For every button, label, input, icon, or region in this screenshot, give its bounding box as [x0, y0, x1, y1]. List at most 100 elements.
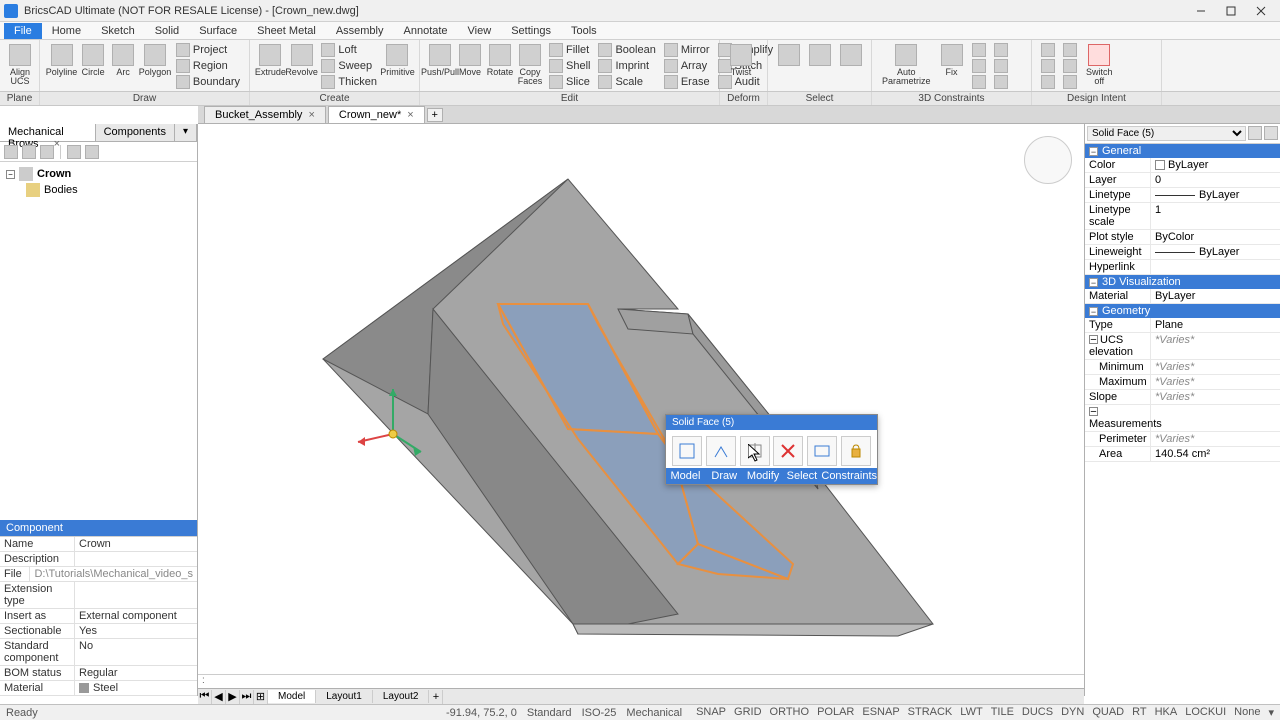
toggle-polar[interactable]: POLAR: [817, 706, 854, 719]
menu-sheetmetal[interactable]: Sheet Metal: [247, 23, 326, 39]
quad-tab-model[interactable]: Model: [666, 468, 705, 484]
fillet-button[interactable]: Fillet: [546, 42, 593, 58]
toggle-icon[interactable]: [1264, 126, 1278, 140]
revolve-button[interactable]: Revolve: [287, 42, 317, 79]
shell-button[interactable]: Shell: [546, 58, 593, 74]
menu-view[interactable]: View: [458, 23, 502, 39]
quad-tab-constraints[interactable]: Constraints: [821, 468, 877, 484]
section-3d-viz[interactable]: −3D Visualization: [1085, 275, 1280, 289]
constraint-3[interactable]: [969, 74, 989, 90]
region-button[interactable]: Region: [173, 58, 243, 74]
menu-file[interactable]: File: [4, 23, 42, 39]
menu-tools[interactable]: Tools: [561, 23, 607, 39]
prop-hyperlink[interactable]: [1151, 260, 1280, 274]
select-button-3[interactable]: [836, 42, 865, 70]
quad-tab-select[interactable]: Select: [783, 468, 822, 484]
boolean-button[interactable]: Boolean: [595, 42, 658, 58]
tb-icon-2[interactable]: [22, 145, 36, 159]
section-geometry[interactable]: −Geometry: [1085, 304, 1280, 318]
toggle-dyn[interactable]: DYN: [1061, 706, 1084, 719]
intent-1[interactable]: [1038, 42, 1058, 58]
toggle-menu[interactable]: ▾: [1268, 706, 1274, 719]
prop-linetype[interactable]: ByLayer: [1151, 188, 1280, 202]
intent-6[interactable]: [1060, 74, 1080, 90]
slice-button[interactable]: Slice: [546, 74, 593, 90]
doc-tab-crown[interactable]: Crown_new*×: [328, 106, 425, 123]
prop-material[interactable]: Steel: [75, 681, 197, 695]
command-line[interactable]: [198, 674, 1084, 688]
toggle-lwt[interactable]: LWT: [960, 706, 982, 719]
expander-icon[interactable]: −: [6, 170, 15, 179]
quad-delete-button[interactable]: [773, 436, 803, 466]
tb-icon-1[interactable]: [4, 145, 18, 159]
layout-first[interactable]: ⏮: [198, 690, 212, 704]
polyline-button[interactable]: Polyline: [46, 42, 77, 79]
prop-ext-type[interactable]: [75, 582, 197, 608]
thicken-button[interactable]: Thicken: [318, 74, 380, 90]
toggle-lockui[interactable]: LOCKUI: [1185, 706, 1226, 719]
layout-last[interactable]: ⏭: [240, 690, 254, 704]
close-icon[interactable]: ×: [308, 109, 314, 121]
tb-icon-5[interactable]: [85, 145, 99, 159]
toggle-ortho[interactable]: ORTHO: [770, 706, 810, 719]
prop-bom-status[interactable]: Regular: [75, 666, 197, 680]
status-iso[interactable]: ISO-25: [582, 707, 617, 719]
maximize-button[interactable]: [1216, 1, 1246, 21]
layout-grid[interactable]: ⊞: [254, 690, 268, 704]
selection-type-dropdown[interactable]: Solid Face (5): [1087, 126, 1246, 141]
project-button[interactable]: Project: [173, 42, 243, 58]
toggle-snap[interactable]: SNAP: [696, 706, 726, 719]
intent-2[interactable]: [1038, 58, 1058, 74]
prop-color[interactable]: ByLayer: [1151, 158, 1280, 172]
primitive-button[interactable]: Primitive: [382, 42, 413, 79]
intent-4[interactable]: [1060, 42, 1080, 58]
select-button-2[interactable]: [805, 42, 834, 70]
prop-lineweight[interactable]: ByLayer: [1151, 245, 1280, 259]
tb-icon-4[interactable]: [67, 145, 81, 159]
autoparam-button[interactable]: Auto Parametrize: [878, 42, 935, 88]
menu-annotate[interactable]: Annotate: [394, 23, 458, 39]
extrude-button[interactable]: Extrude: [256, 42, 285, 79]
viewport[interactable]: Solid Face (5) Model Draw Modify Select …: [198, 124, 1084, 680]
constraint-1[interactable]: [969, 42, 989, 58]
tab-mechanical-browser[interactable]: Mechanical Brows…×: [0, 124, 96, 141]
arc-button[interactable]: Arc: [109, 42, 137, 79]
toggle-grid[interactable]: GRID: [734, 706, 762, 719]
layout-prev[interactable]: ◀: [212, 690, 226, 704]
close-button[interactable]: [1246, 1, 1276, 21]
quad-constraints-button[interactable]: [841, 436, 871, 466]
toggle-ducs[interactable]: DUCS: [1022, 706, 1053, 719]
quad-model-button[interactable]: [672, 436, 702, 466]
prop-std-component[interactable]: No: [75, 639, 197, 665]
tb-icon-3[interactable]: [40, 145, 54, 159]
menu-sketch[interactable]: Sketch: [91, 23, 145, 39]
quad-tab-modify[interactable]: Modify: [744, 468, 783, 484]
close-icon[interactable]: ×: [407, 109, 413, 121]
toggle-quad[interactable]: QUAD: [1092, 706, 1124, 719]
rotate-button[interactable]: Rotate: [486, 42, 514, 79]
panel-dropdown[interactable]: ▾: [175, 124, 197, 141]
layout-new[interactable]: +: [429, 690, 443, 704]
tab-components[interactable]: Components: [96, 124, 175, 141]
tree-node-bodies[interactable]: Bodies: [4, 182, 193, 198]
toggle-hka[interactable]: HKA: [1155, 706, 1178, 719]
circle-button[interactable]: Circle: [79, 42, 107, 79]
constraint-4[interactable]: [991, 42, 1011, 58]
constraint-6[interactable]: [991, 74, 1011, 90]
layout-tab-2[interactable]: Layout2: [373, 690, 430, 703]
align-ucs-button[interactable]: Align UCS: [6, 42, 34, 88]
section-general[interactable]: −General: [1085, 144, 1280, 158]
copyfaces-button[interactable]: Copy Faces: [516, 42, 544, 88]
quad-tab-draw[interactable]: Draw: [705, 468, 744, 484]
minimize-button[interactable]: [1186, 1, 1216, 21]
quad-select-button[interactable]: [807, 436, 837, 466]
viewcube[interactable]: [1024, 136, 1072, 184]
prop-name[interactable]: Crown: [75, 537, 197, 551]
prop-insert-as[interactable]: External component: [75, 609, 197, 623]
toggle-esnap[interactable]: ESNAP: [862, 706, 899, 719]
prop-ltscale[interactable]: 1: [1151, 203, 1280, 229]
constraint-2[interactable]: [969, 58, 989, 74]
scale-button[interactable]: Scale: [595, 74, 658, 90]
filter-icon[interactable]: [1248, 126, 1262, 140]
menu-home[interactable]: Home: [42, 23, 91, 39]
